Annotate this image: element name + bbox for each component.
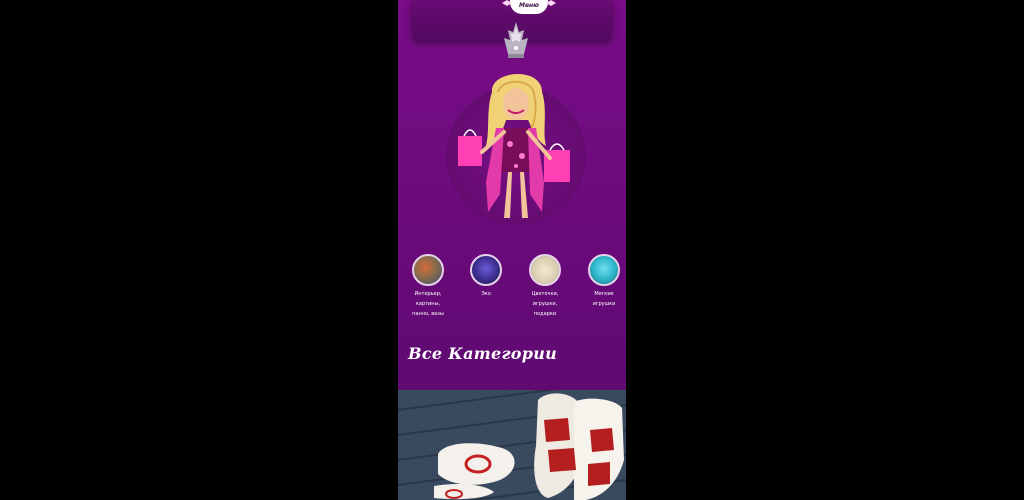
category-label: Цветочки, игрушки, подарки <box>531 291 559 317</box>
category-label: Интерьер, картины, панно, вазы <box>412 291 444 317</box>
crafts-thumb-icon <box>529 254 561 286</box>
category-item-toys[interactable]: Мягкие игрушки <box>584 254 624 309</box>
diamond-icon <box>546 0 556 6</box>
flowers-thumb-icon <box>470 254 502 286</box>
all-categories-title[interactable]: Все Категории <box>408 344 557 363</box>
menu-label: Меню <box>518 1 540 9</box>
category-item-interior[interactable]: Интерьер, картины, панно, вазы <box>408 254 448 319</box>
category-list: Интерьер, картины, панно, вазы Эко Цвето… <box>408 254 622 324</box>
app-screen: Меню Интерьер, картины, панно, вазы Эко … <box>398 0 626 500</box>
shopping-girl-illustration <box>458 73 570 218</box>
menu-button[interactable]: Меню <box>502 0 556 14</box>
toys-thumb-icon <box>588 254 620 286</box>
category-item-eco[interactable]: Эко <box>466 254 506 299</box>
crown-icon <box>504 22 528 58</box>
interior-thumb-icon <box>412 254 444 286</box>
category-label: Эко <box>481 291 491 297</box>
felt-boots-banner-image[interactable] <box>398 390 626 500</box>
category-label: Мягкие игрушки <box>592 291 616 307</box>
category-item-crafts[interactable]: Цветочки, игрушки, подарки <box>525 254 565 319</box>
diamond-icon <box>502 0 512 6</box>
